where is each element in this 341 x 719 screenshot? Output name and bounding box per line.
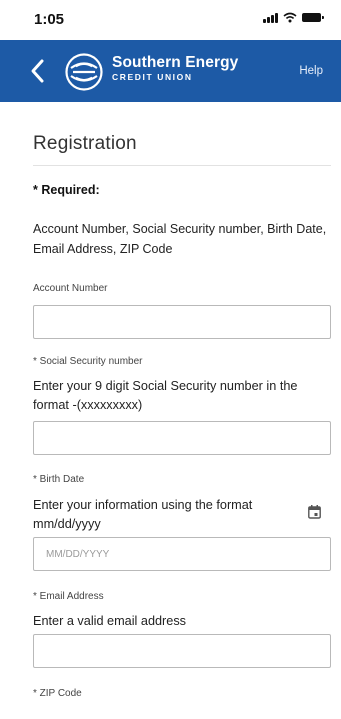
email-input[interactable]	[33, 634, 331, 668]
back-chevron-icon[interactable]	[28, 57, 48, 85]
zip-code-label: * ZIP Code	[33, 688, 82, 699]
brand-name: Southern Energy	[112, 54, 239, 71]
brand-subtitle: CREDIT UNION	[112, 72, 193, 82]
title-divider	[33, 165, 331, 166]
account-number-input[interactable]	[33, 305, 331, 339]
account-number-label: Account Number	[33, 283, 108, 294]
birth-date-label: * Birth Date	[33, 474, 85, 485]
credit-union-logo-icon	[65, 53, 103, 91]
brand: Southern Energy CREDIT UNION	[112, 54, 238, 82]
required-fields-list: Account Number, Social Security number, …	[33, 222, 327, 256]
email-help-text: Enter a valid email address	[33, 614, 187, 628]
birth-date-input[interactable]	[33, 537, 331, 571]
status-icons	[263, 12, 324, 23]
status-bar: 1:05	[0, 0, 341, 40]
ssn-help-text: Enter your 9 digit Social Security numbe…	[33, 379, 298, 412]
cellular-signal-icon	[263, 12, 278, 23]
help-link[interactable]: Help	[299, 65, 323, 77]
wifi-icon	[283, 12, 297, 23]
required-note: * Required:	[33, 183, 100, 197]
ssn-label: * Social Security number	[33, 356, 143, 367]
status-time: 1:05	[34, 11, 65, 28]
ssn-input[interactable]	[33, 421, 331, 455]
birth-date-help-text: Enter your information using the format …	[33, 498, 253, 531]
battery-icon	[302, 13, 324, 22]
page-title: Registration	[33, 133, 137, 154]
calendar-icon[interactable]	[308, 505, 321, 519]
app-header: Southern Energy CREDIT UNION Help	[0, 40, 341, 102]
email-label: * Email Address	[33, 591, 104, 602]
